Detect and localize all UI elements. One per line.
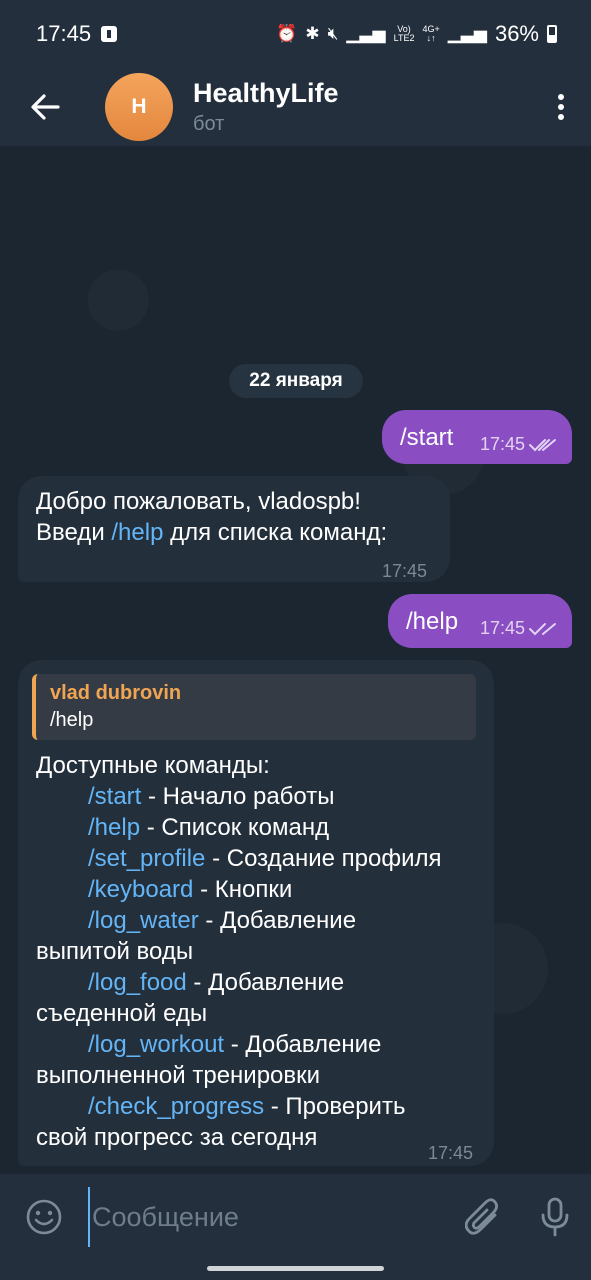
home-gesture-handle[interactable]	[207, 1266, 384, 1271]
message-time: 17:45	[480, 434, 526, 454]
emoji-icon	[26, 1199, 62, 1235]
status-bar: 17:45 ⏰ ✱ 🔇︎ ▁▃▅ Vo) LTE2 4G+ ↓↑ ▁▃▅ 36%	[0, 0, 591, 68]
commands-list: Доступные команды: /start - Начало работ…	[36, 750, 442, 1153]
command-line: /log_water - Добавление	[88, 907, 357, 934]
message-outgoing[interactable]: /start 17:45	[382, 410, 572, 464]
microphone-icon	[541, 1197, 569, 1237]
more-menu-button[interactable]	[531, 68, 591, 146]
command-link[interactable]: /set_profile	[88, 845, 205, 872]
commands-heading: Доступные команды:	[36, 752, 270, 779]
status-icons: ⏰ ✱ 🔇︎ ▁▃▅ Vo) LTE2 4G+ ↓↑ ▁▃▅ 36%	[276, 21, 557, 47]
notification-icon	[101, 26, 118, 42]
chat-title: HealthyLife	[193, 78, 339, 108]
command-link[interactable]: /keyboard	[88, 876, 193, 903]
signal-icon-2: ▁▃▅	[447, 24, 487, 43]
arrow-left-icon	[31, 94, 60, 120]
volte-indicator: Vo) LTE2	[393, 24, 415, 43]
battery-icon	[547, 25, 557, 43]
chat-title-block[interactable]: HealthyLife бот	[193, 78, 339, 136]
message-text: /start	[400, 424, 454, 451]
message-outgoing[interactable]: /help 17:45	[388, 594, 572, 648]
reply-quote[interactable]: vlad dubrovin /help	[32, 674, 476, 740]
message-input[interactable]	[88, 1187, 447, 1247]
message-meta: 17:45	[480, 429, 557, 460]
avatar-letter: H	[131, 95, 147, 118]
system-nav-bar	[0, 1260, 591, 1280]
command-line: /log_workout - Добавление	[88, 1031, 382, 1058]
voice-record-button[interactable]	[519, 1174, 591, 1260]
mute-icon: 🔇︎	[327, 24, 339, 43]
command-line-cont: свой прогресс за сегодня	[36, 1124, 318, 1151]
message-meta: 17:45	[480, 613, 557, 644]
command-line: /check_progress - Проверить	[88, 1093, 406, 1120]
message-text: Добро пожаловать, vladospb! Введи /help …	[36, 486, 387, 548]
double-check-icon	[529, 438, 557, 451]
double-check-icon	[529, 622, 557, 635]
attach-button[interactable]	[447, 1174, 519, 1260]
command-link[interactable]: /log_food	[88, 969, 187, 996]
message-text: /help	[406, 608, 459, 635]
command-link[interactable]: /log_water	[88, 907, 199, 934]
message-incoming[interactable]: Добро пожаловать, vladospb! Введи /help …	[18, 476, 450, 582]
message-time: 17:45	[480, 618, 526, 638]
paperclip-icon	[465, 1198, 498, 1235]
network-4g-indicator: 4G+ ↓↑	[422, 24, 440, 43]
command-line-cont: выпитой воды	[36, 938, 194, 965]
avatar[interactable]: H	[105, 73, 173, 141]
more-vertical-icon	[558, 94, 564, 120]
command-line: /keyboard - Кнопки	[88, 876, 293, 903]
signal-icon: ▁▃▅	[346, 24, 386, 43]
help-hint-line: Введи /help для списка команд:	[36, 519, 388, 546]
command-line-cont: выполненной тренировки	[36, 1062, 321, 1089]
command-link[interactable]: /start	[88, 783, 141, 810]
reply-author: vlad dubrovin	[50, 682, 182, 704]
message-composer	[0, 1174, 591, 1260]
command-link[interactable]: /help	[88, 814, 140, 841]
command-link[interactable]: /check_progress	[88, 1093, 264, 1120]
message-time: 17:45	[428, 1143, 474, 1163]
message-time: 17:45	[382, 561, 428, 581]
chat-header: H HealthyLife бот	[0, 68, 591, 146]
command-line-cont: съеденной еды	[36, 1000, 208, 1027]
command-line: /log_food - Добавление	[88, 969, 345, 996]
command-line: /start - Начало работы	[88, 783, 335, 810]
date-separator: 22 января	[229, 364, 363, 398]
alarm-icon: ⏰	[276, 24, 298, 43]
bluetooth-icon: ✱	[305, 24, 320, 43]
chat-area[interactable]: 22 января /start 17:45 Добро пожаловать,…	[0, 146, 591, 1174]
emoji-button[interactable]	[0, 1174, 88, 1260]
battery-percent: 36%	[494, 21, 539, 46]
command-link[interactable]: /log_workout	[88, 1031, 224, 1058]
reply-text: /help	[50, 709, 94, 731]
back-button[interactable]	[0, 68, 90, 146]
message-incoming[interactable]: vlad dubrovin /help Доступные команды: /…	[18, 660, 494, 1166]
command-line: /set_profile - Создание профиля	[88, 845, 442, 872]
command-link[interactable]: /help	[111, 519, 163, 546]
command-line: /help - Список команд	[88, 814, 330, 841]
status-time: 17:45	[36, 21, 92, 46]
welcome-line: Добро пожаловать, vladospb!	[36, 488, 361, 515]
chat-subtitle: бот	[193, 113, 225, 135]
